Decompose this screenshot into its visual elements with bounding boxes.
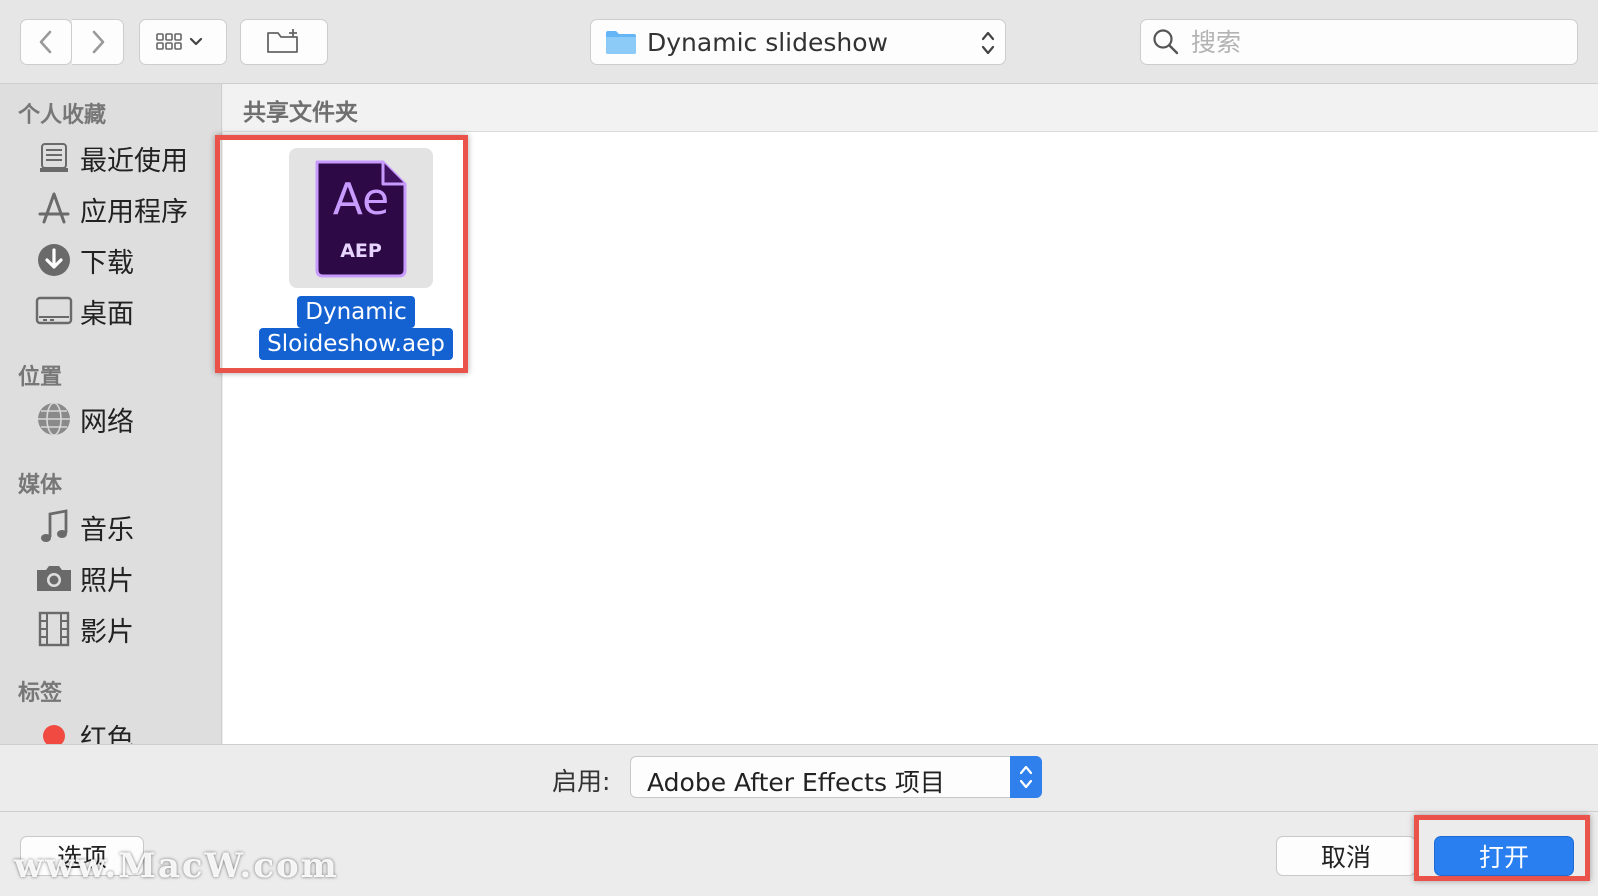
folder-icon xyxy=(606,31,636,54)
up-down-arrows-icon xyxy=(981,31,995,55)
toolbar: Dynamic slideshow xyxy=(0,0,1598,84)
sidebar-section-locations: 位置 xyxy=(18,365,63,390)
sidebar-item-label: 红色 xyxy=(80,723,134,745)
sidebar-item-label: 网络 xyxy=(80,406,134,438)
location-label: Dynamic slideshow xyxy=(647,27,888,57)
new-folder-icon xyxy=(267,29,298,53)
applications-icon xyxy=(34,189,74,229)
downloads-icon xyxy=(34,240,74,280)
enable-popup-value: Adobe After Effects 项目 xyxy=(647,768,945,797)
sidebar-section-favorites: 个人收藏 xyxy=(18,103,107,128)
new-folder-button[interactable] xyxy=(240,19,328,65)
popup-stepper[interactable] xyxy=(1010,756,1042,798)
search-input[interactable] xyxy=(1191,27,1571,57)
sidebar-item-applications[interactable]: 应用程序 xyxy=(34,187,218,231)
search-field[interactable] xyxy=(1140,19,1578,65)
sidebar-item-label: 照片 xyxy=(80,565,134,597)
location-popup[interactable]: Dynamic slideshow xyxy=(590,19,1006,65)
sidebar-item-label: 影片 xyxy=(80,616,134,648)
sidebar-item-red-tag[interactable]: 红色 xyxy=(34,714,218,744)
photos-icon xyxy=(34,558,74,598)
recents-icon xyxy=(34,138,74,178)
sidebar-item-label: 桌面 xyxy=(80,298,134,330)
red-tag-icon xyxy=(34,716,74,744)
desktop-icon xyxy=(34,291,74,331)
file-name: Dynamic Sloideshow.aep xyxy=(243,296,469,360)
sidebar-item-label: 最近使用 xyxy=(80,145,188,177)
folder-header: 共享文件夹 xyxy=(223,84,1598,132)
sidebar-item-photos[interactable]: 照片 xyxy=(34,556,218,600)
watermark: www.MacW.com xyxy=(14,846,339,886)
enable-popup[interactable]: Adobe After Effects 项目 xyxy=(630,756,1042,798)
sidebar-item-recents[interactable]: 最近使用 xyxy=(34,136,218,180)
file-item-aep[interactable]: Ae AEP Dynamic Sloideshow.aep xyxy=(243,148,469,370)
network-icon xyxy=(34,399,74,439)
sidebar-item-movies[interactable]: 影片 xyxy=(34,607,218,651)
sidebar-item-downloads[interactable]: 下载 xyxy=(34,238,218,282)
sidebar-item-desktop[interactable]: 桌面 xyxy=(34,289,218,333)
file-icon-subtext: AEP xyxy=(340,240,382,262)
sidebar: 个人收藏 最近使用 应用程序 下载 桌面 位置 网络 媒体 音乐 照片 影片 标… xyxy=(0,84,222,744)
sidebar-item-label: 应用程序 xyxy=(80,196,188,228)
file-icon-text: Ae xyxy=(332,174,390,225)
music-icon xyxy=(34,507,74,547)
sidebar-item-music[interactable]: 音乐 xyxy=(34,505,218,549)
cancel-button[interactable]: 取消 xyxy=(1276,836,1416,876)
format-bar: 启用: Adobe After Effects 项目 xyxy=(0,744,1598,812)
folder-title: 共享文件夹 xyxy=(243,100,358,126)
movies-icon xyxy=(34,609,74,649)
chevron-left-icon xyxy=(39,30,52,54)
sidebar-item-label: 音乐 xyxy=(80,514,134,546)
forward-button[interactable] xyxy=(72,19,124,65)
grid-view-icon xyxy=(156,33,203,50)
file-browser: 共享文件夹 Ae AEP Dynamic Sloideshow.aep xyxy=(223,84,1598,744)
search-icon xyxy=(1153,29,1179,55)
sidebar-item-network[interactable]: 网络 xyxy=(34,397,218,441)
file-name-line1: Dynamic xyxy=(297,296,415,328)
back-button[interactable] xyxy=(20,19,72,65)
open-button[interactable]: 打开 xyxy=(1434,836,1574,876)
view-mode-button[interactable] xyxy=(139,19,227,65)
sidebar-section-media: 媒体 xyxy=(18,473,63,498)
up-down-arrows-icon xyxy=(1019,765,1033,789)
sidebar-item-label: 下载 xyxy=(80,247,134,279)
file-name-line2: Sloideshow.aep xyxy=(259,328,453,360)
chevron-right-icon xyxy=(92,30,104,54)
sidebar-section-tags: 标签 xyxy=(18,681,63,706)
enable-label: 启用: xyxy=(552,767,611,796)
